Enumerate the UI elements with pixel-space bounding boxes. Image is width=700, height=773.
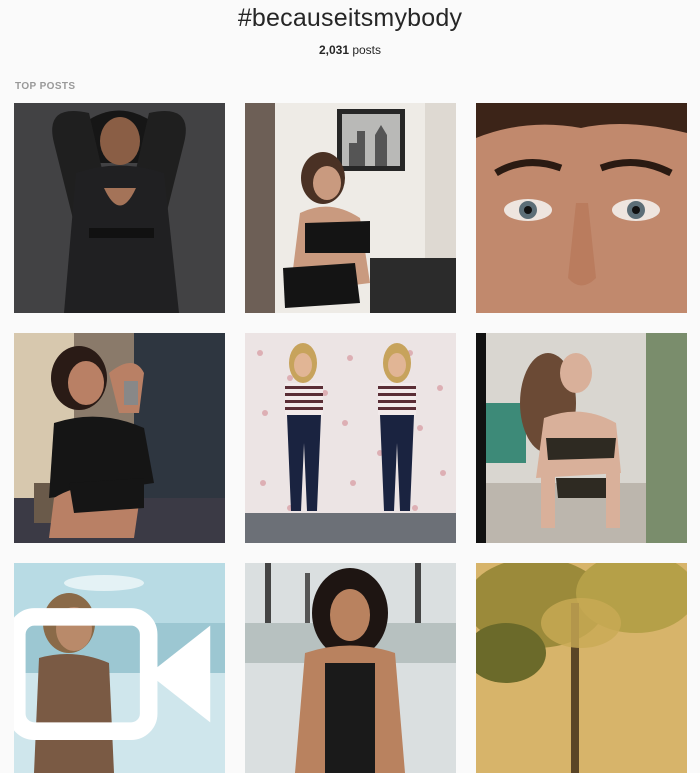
post-thumbnail[interactable] — [245, 563, 456, 773]
post-image — [245, 333, 456, 543]
post-count: 2,031 posts — [0, 43, 700, 57]
post-thumbnail[interactable] — [476, 103, 687, 313]
post-thumbnail[interactable] — [476, 563, 687, 773]
post-thumbnail[interactable] — [476, 333, 687, 543]
post-thumbnail[interactable] — [245, 103, 456, 313]
post-image — [14, 103, 225, 313]
post-image — [476, 103, 687, 313]
post-image — [476, 333, 687, 543]
post-thumbnail[interactable] — [14, 103, 225, 313]
top-posts-grid — [14, 103, 687, 773]
post-image — [476, 563, 687, 773]
post-image — [245, 563, 456, 773]
post-count-suffix: posts — [349, 43, 382, 57]
hashtag-title: #becauseitsmybody — [237, 4, 463, 32]
post-thumbnail[interactable] — [14, 563, 225, 773]
hashtag-header: #becauseitsmybody 2,031 posts — [0, 0, 700, 57]
post-thumbnail[interactable] — [245, 333, 456, 543]
post-count-number: 2,031 — [318, 43, 349, 57]
video-camera-icon — [14, 608, 211, 740]
post-thumbnail[interactable] — [14, 333, 225, 543]
post-image — [245, 103, 456, 313]
post-image — [14, 333, 225, 543]
top-posts-label: TOP POSTS — [15, 81, 76, 92]
